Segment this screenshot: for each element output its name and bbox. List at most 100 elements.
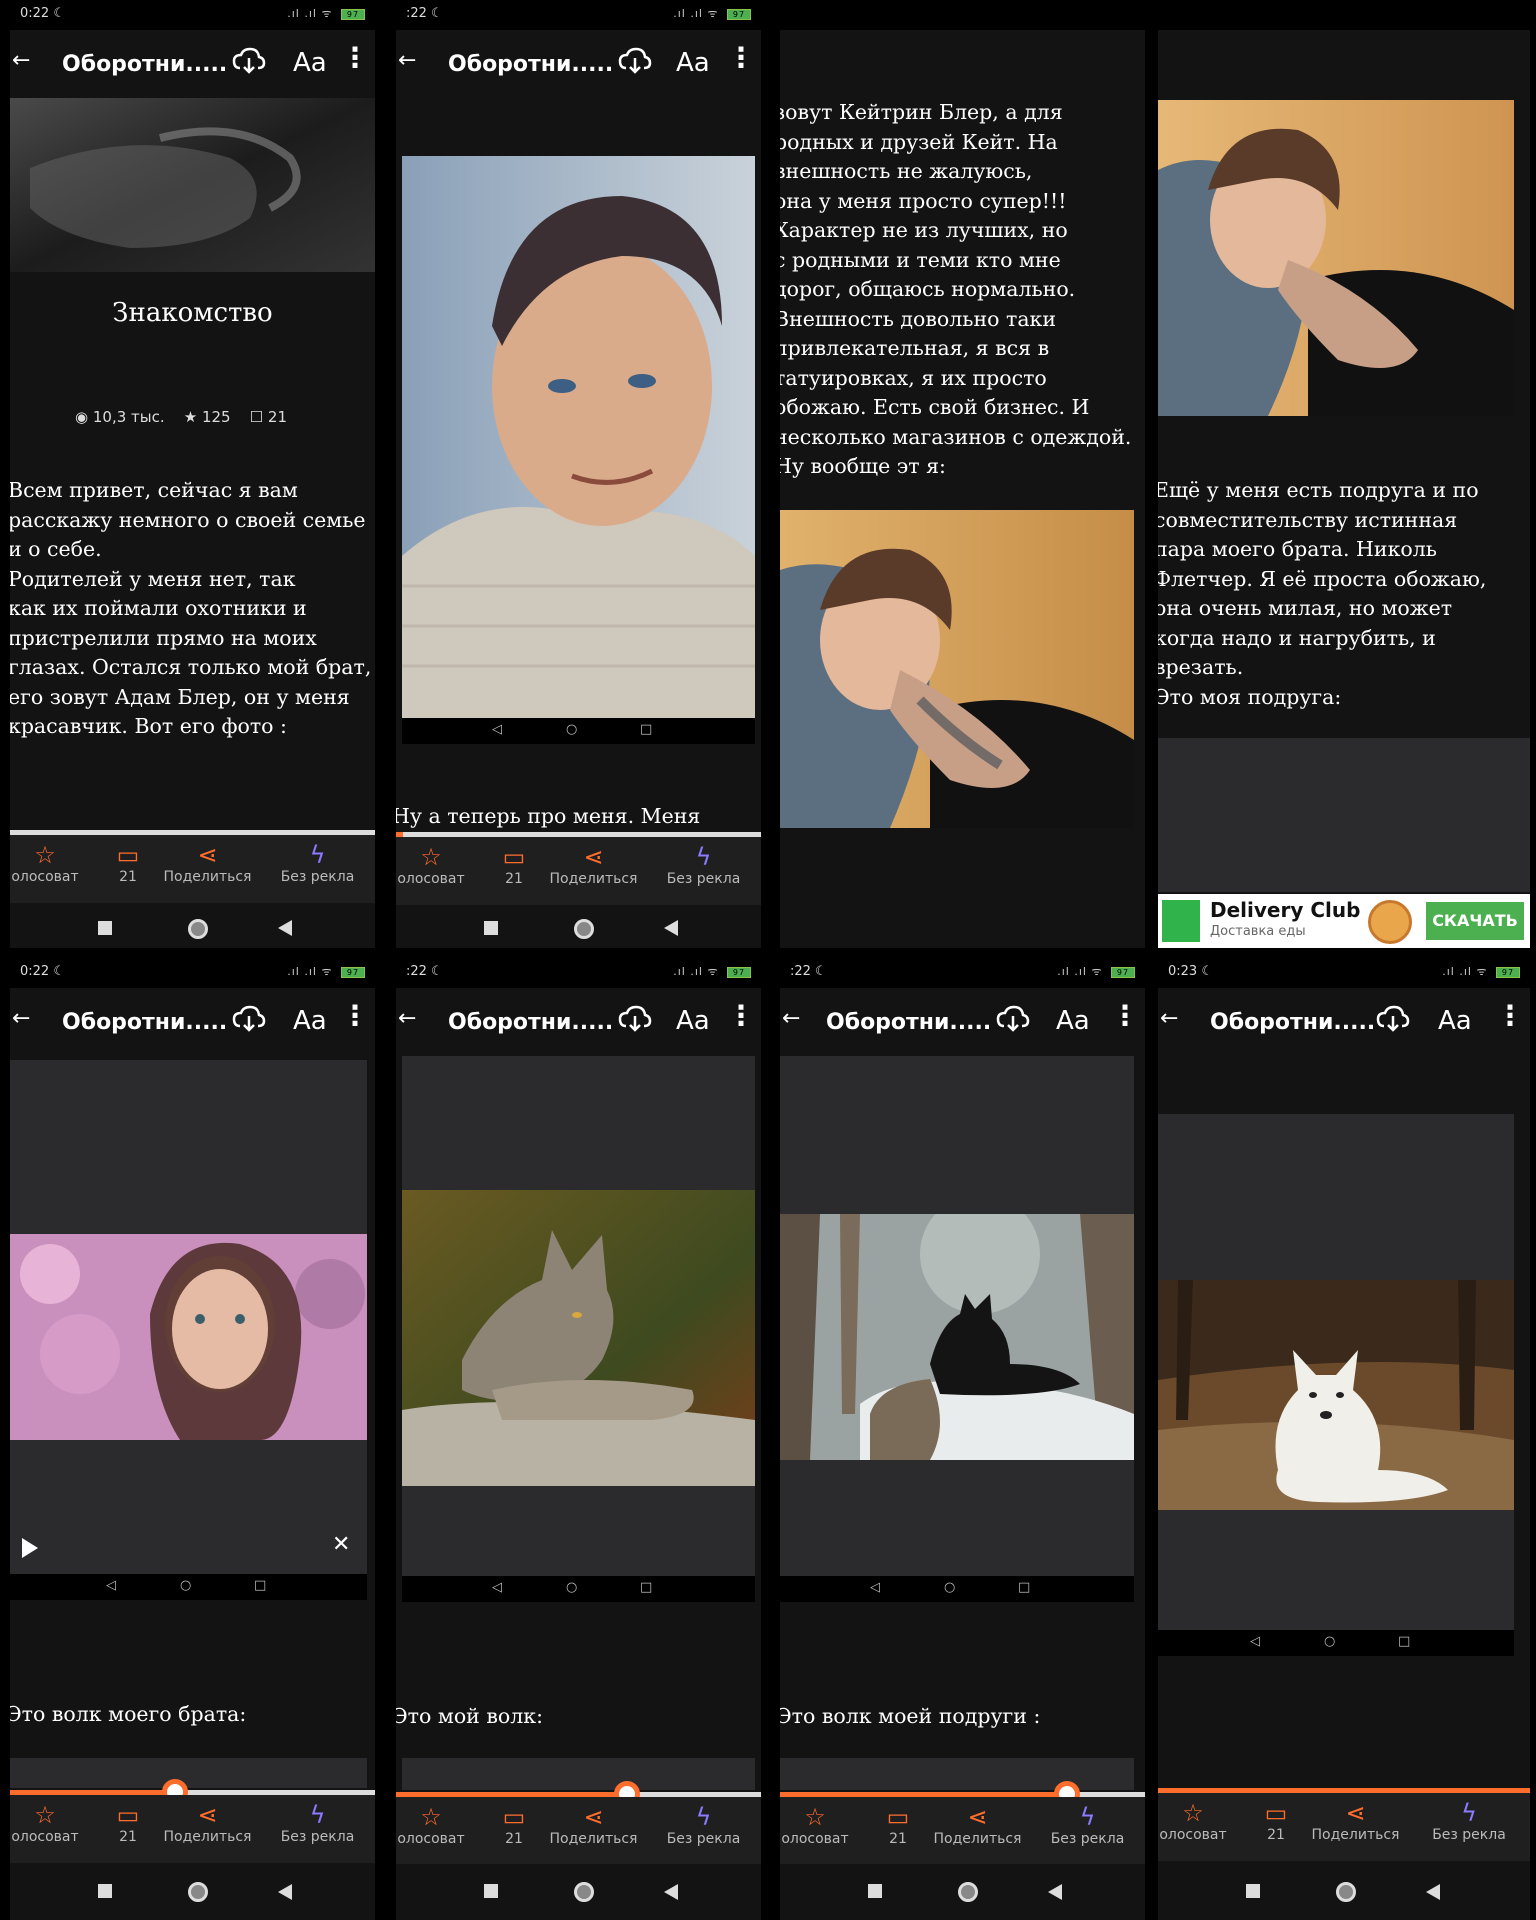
system-back-button[interactable] (278, 1884, 292, 1900)
back-icon[interactable]: ← (398, 48, 416, 73)
no-ads-button[interactable]: ϟ Без рекла (260, 841, 375, 885)
system-nav-bar (10, 1864, 375, 1920)
comments-button[interactable]: ▭ 21 (484, 843, 544, 887)
comment-icon: ▭ (502, 843, 526, 871)
battery-icon: 97 (727, 966, 751, 978)
font-settings-button[interactable]: Aa (293, 48, 327, 78)
recent-apps-button[interactable] (1246, 1884, 1260, 1898)
comments-button[interactable]: ▭ 21 (1246, 1799, 1306, 1843)
back-icon[interactable]: ← (12, 48, 30, 73)
vote-button[interactable]: ☆ олосоват (10, 841, 80, 885)
status-time: 0:22 (20, 6, 50, 21)
bottom-action-bar: ☆ олосоват ▭ 21 ⋖ Поделиться ϟ Без рекла (396, 1797, 761, 1865)
share-button[interactable]: ⋖ Поделиться (546, 843, 641, 887)
vote-button[interactable]: ☆ олосоват (1158, 1799, 1228, 1843)
font-settings-button[interactable]: Aa (293, 1006, 327, 1036)
no-ads-button[interactable]: ϟ Без рекла (1030, 1803, 1145, 1847)
font-settings-button[interactable]: Aa (1056, 1006, 1090, 1036)
no-ads-button[interactable]: ϟ Без рекла (260, 1801, 375, 1845)
white-wolf-photo (1158, 1280, 1514, 1510)
panel-1: 0:22 ☾ .ıl .ıl ᯤ 97 ← Оборотни..... Aa ⋮ … (10, 0, 375, 948)
panel-5: 0:22 ☾ .ıl .ıl ᯤ 97 ← Оборотни..... Aa ⋮ … (10, 958, 375, 1920)
recent-apps-button[interactable] (868, 1884, 882, 1898)
more-menu-icon[interactable]: ⋮ (1111, 1002, 1139, 1030)
download-cloud-icon[interactable] (618, 1004, 652, 1034)
vote-button[interactable]: ☆ олосоват (780, 1803, 850, 1847)
no-ads-button[interactable]: ϟ Без рекла (1408, 1799, 1530, 1843)
play-icon[interactable] (22, 1538, 38, 1558)
back-icon[interactable]: ← (1160, 1006, 1178, 1031)
delivery-club-logo-icon (1162, 900, 1200, 942)
back-icon[interactable]: ← (398, 1006, 416, 1031)
font-settings-button[interactable]: Aa (1438, 1006, 1472, 1036)
system-back-button[interactable] (1426, 1884, 1440, 1900)
system-back-button[interactable] (664, 1884, 678, 1900)
share-button[interactable]: ⋖ Поделиться (160, 841, 255, 885)
font-settings-button[interactable]: Aa (676, 48, 710, 78)
pizza-icon (1368, 900, 1412, 944)
back-icon[interactable]: ← (782, 1006, 800, 1031)
more-menu-icon[interactable]: ⋮ (727, 1002, 755, 1030)
more-menu-icon[interactable]: ⋮ (341, 44, 369, 72)
home-button[interactable] (188, 1882, 208, 1902)
no-ads-button[interactable]: ϟ Без рекла (646, 843, 761, 887)
content-block (10, 1758, 367, 1788)
close-icon[interactable]: ✕ (332, 1532, 350, 1557)
recent-apps-button[interactable] (98, 921, 112, 935)
bolt-icon: ϟ (695, 1803, 712, 1831)
download-cloud-icon[interactable] (618, 46, 652, 76)
share-button[interactable]: ⋖ Поделиться (1308, 1799, 1403, 1843)
home-button[interactable] (188, 919, 208, 939)
comments-button[interactable]: ▭ 21 (484, 1803, 544, 1847)
recent-apps-button[interactable] (484, 1884, 498, 1898)
more-menu-icon[interactable]: ⋮ (1496, 1002, 1524, 1030)
ad-cta-button[interactable]: СКАЧАТЬ (1426, 902, 1524, 940)
comments-button[interactable]: ▭ 21 (868, 1803, 928, 1847)
recent-apps-button[interactable] (98, 1884, 112, 1898)
share-button[interactable]: ⋖ Поделиться (930, 1803, 1025, 1847)
more-menu-icon[interactable]: ⋮ (341, 1002, 369, 1030)
home-button[interactable] (1336, 1882, 1356, 1902)
comments-button[interactable]: ▭ 21 (98, 1801, 158, 1845)
reader-header: ← Оборотни..... Aa ⋮ (780, 988, 1145, 1056)
system-back-button[interactable] (278, 920, 292, 936)
ad-banner[interactable]: Delivery Club Доставка еды СКАЧАТЬ (1158, 894, 1530, 948)
system-nav-bar (10, 908, 375, 948)
vote-button[interactable]: ☆ олосоват (396, 1803, 466, 1847)
comment-icon: ▭ (886, 1803, 910, 1831)
vote-button[interactable]: ☆ олосоват (10, 1801, 80, 1845)
share-icon: ⋖ (967, 1803, 988, 1831)
share-button[interactable]: ⋖ Поделиться (546, 1803, 641, 1847)
system-nav-bar (780, 1864, 1145, 1920)
status-bar: :22 ☾ .ıl .ıl ᯤ 97 (396, 958, 761, 988)
download-cloud-icon[interactable] (996, 1004, 1030, 1034)
more-menu-icon[interactable]: ⋮ (727, 44, 755, 72)
reader-header: ← Оборотни..... Aa ⋮ (10, 30, 375, 98)
story-title: Оборотни..... (62, 52, 228, 77)
comment-icon: ▭ (116, 1801, 140, 1829)
story-title: Оборотни..... (1210, 1010, 1376, 1035)
recent-apps-button[interactable] (484, 921, 498, 935)
system-back-button[interactable] (1048, 1884, 1062, 1900)
no-ads-button[interactable]: ϟ Без рекла (646, 1803, 761, 1847)
download-cloud-icon[interactable] (232, 46, 266, 76)
system-back-button[interactable] (664, 920, 678, 936)
comments-button[interactable]: ▭ 21 (98, 841, 158, 885)
download-cloud-icon[interactable] (1376, 1004, 1410, 1034)
home-button[interactable] (958, 1882, 978, 1902)
share-button[interactable]: ⋖ Поделиться (160, 1801, 255, 1845)
font-settings-button[interactable]: Aa (676, 1006, 710, 1036)
back-icon[interactable]: ← (12, 1006, 30, 1031)
home-button[interactable] (574, 919, 594, 939)
story-title: Оборотни..... (62, 1010, 228, 1035)
views-count: 10,3 тыс. (92, 408, 165, 426)
download-cloud-icon[interactable] (232, 1004, 266, 1034)
panel-6: :22 ☾ .ıl .ıl ᯤ 97 ← Оборотни..... Aa ⋮ ◁… (396, 958, 761, 1920)
bottom-action-bar: ☆ олосоват ▭ 21 ⋖ Поделиться ϟ Без рекла (396, 837, 761, 905)
star-outline-icon: ☆ (34, 841, 56, 869)
vote-button[interactable]: ☆ олосоват (396, 843, 466, 887)
comments-label: 21 (505, 1831, 523, 1847)
bolt-icon: ϟ (1461, 1799, 1477, 1827)
noads-label: Без рекла (280, 869, 355, 885)
home-button[interactable] (574, 1882, 594, 1902)
